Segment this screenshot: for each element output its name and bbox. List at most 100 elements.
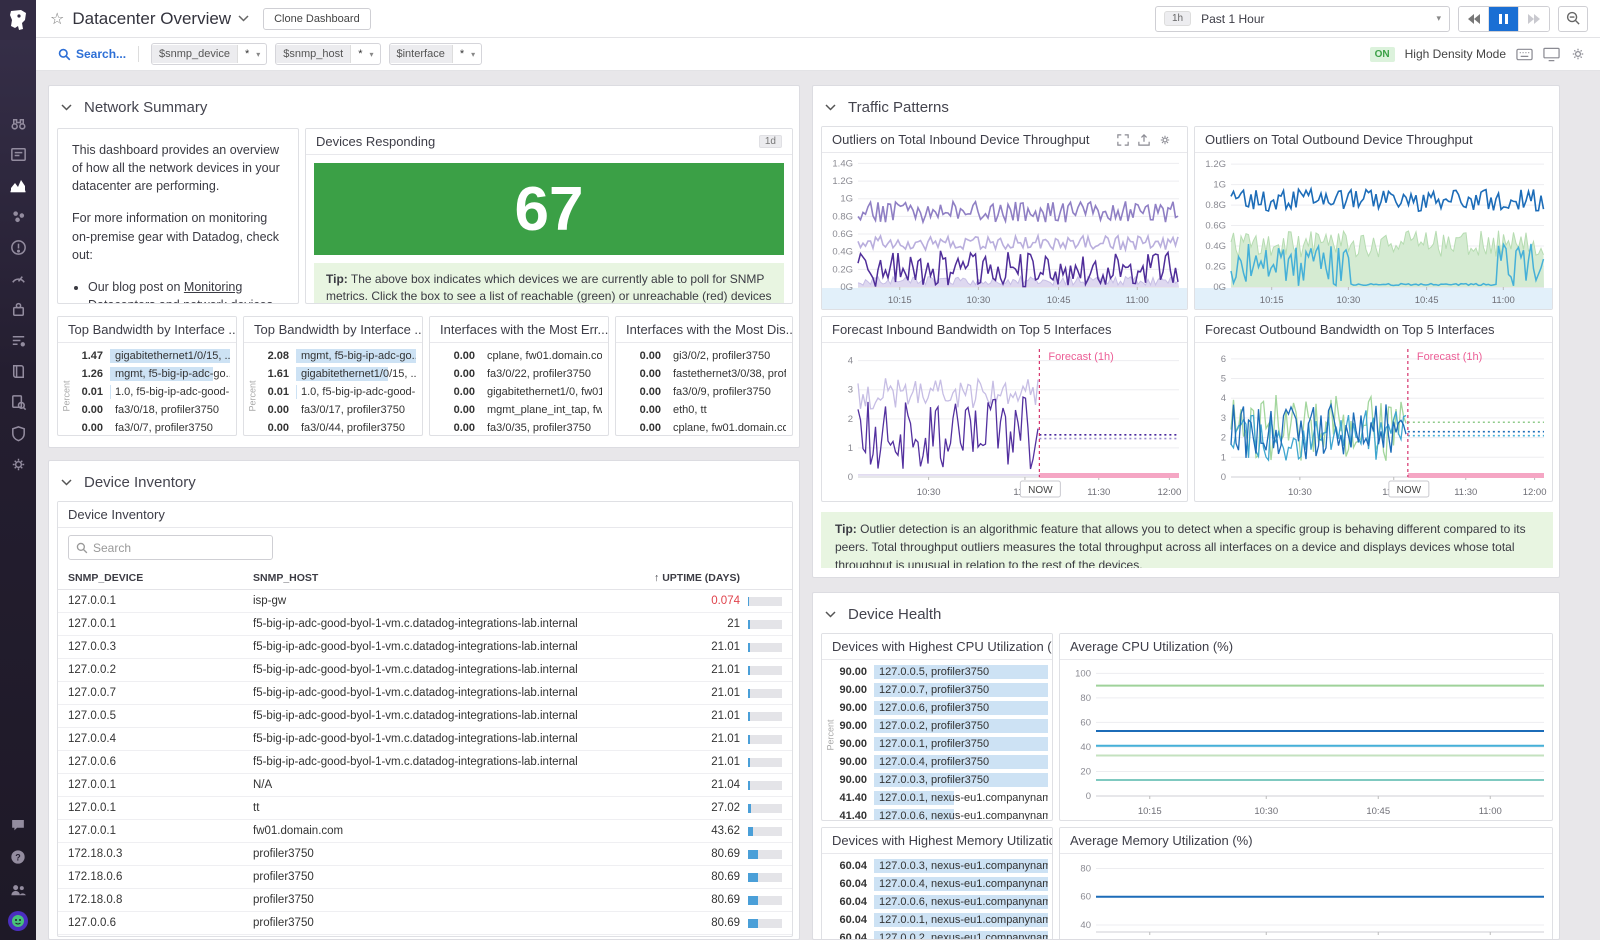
toplist-row[interactable]: 0.00 cplane, fw01.domain.com — [632, 419, 786, 436]
avg-cpu-chart[interactable]: 02040608010010:1510:3010:4511:00 — [1060, 658, 1552, 820]
table-row[interactable]: 127.0.0.5 f5-big-ip-adc-good-byol-1-vm.c… — [58, 705, 792, 728]
toplist-row[interactable]: 0.01 1.0, f5-big-ip-adc-good-... — [74, 383, 230, 401]
toplist-row[interactable]: 90.00 127.0.0.1, profiler3750 — [838, 735, 1048, 753]
toplist-row[interactable]: 60.04 127.0.0.1, nexus-eu1.companyname.m… — [838, 911, 1048, 929]
search-control[interactable]: Search... — [58, 47, 126, 61]
clone-dashboard-button[interactable]: Clone Dashboard — [263, 8, 371, 30]
toplist-row[interactable]: 0.00 fa3/0/44, profiler3750 — [260, 419, 416, 436]
toplist-widget[interactable]: Top Bandwidth by Interface ... Percent 1… — [57, 316, 237, 436]
inventory-search-input[interactable]: Search — [68, 535, 273, 560]
table-row[interactable]: 127.0.0.1 N/A 21.04 — [58, 774, 792, 797]
toplist-row[interactable]: 0.00 gigabitethernet1/0, fw01.... — [446, 383, 602, 401]
column-uptime[interactable]: ↑ UPTIME (DAYS) — [650, 572, 740, 584]
export-icon[interactable] — [1138, 134, 1150, 146]
outliers-inbound-chart[interactable]: 0G0.2G0.4G0.6G0.8G1G1.2G1.4G10:1510:3010… — [822, 151, 1187, 309]
feedback-chat-icon[interactable] — [7, 814, 29, 836]
fullscreen-icon[interactable] — [1117, 134, 1129, 146]
toplist-row[interactable]: 1.47 gigabitethernet1/0/15, ... — [74, 347, 230, 365]
toplist-row[interactable]: 0.00 fa3/0/9, profiler3750 — [632, 383, 786, 401]
collapse-chevron-icon[interactable] — [61, 98, 72, 116]
toplist-row[interactable]: 0.00 mgmt_plane_int_tap, fw0... — [446, 401, 602, 419]
memory-toplist-widget[interactable]: Devices with Highest Memory Utilizatio..… — [821, 827, 1053, 940]
toplist-row[interactable]: 0.00 fa3/0/7, profiler3750 — [74, 419, 230, 436]
time-range-picker[interactable]: 1h Past 1 Hour ▾ — [1155, 6, 1450, 32]
table-row[interactable]: 127.0.0.6 profiler3750 80.69 — [58, 912, 792, 935]
table-row[interactable]: 127.0.0.1 fw01.domain.com 43.62 — [58, 820, 792, 843]
toplist-row[interactable]: 1.26 mgmt, f5-big-ip-adc-go... — [74, 365, 230, 383]
table-row[interactable]: 127.0.0.7 f5-big-ip-adc-good-byol-1-vm.c… — [58, 682, 792, 705]
template-var-snmp-host[interactable]: $snmp_host * ▾ — [275, 43, 380, 65]
synthetics-icon[interactable] — [7, 453, 29, 475]
query-value-box[interactable]: 67 — [314, 163, 784, 255]
toplist-row[interactable]: 0.00 fa3/0/18, profiler3750 — [74, 401, 230, 419]
keyboard-shortcuts-icon[interactable] — [1516, 48, 1533, 61]
rewind-button[interactable] — [1459, 7, 1489, 31]
toplist-row[interactable]: 90.00 127.0.0.3, profiler3750 — [838, 771, 1048, 789]
widget-gear-icon[interactable] — [1159, 134, 1171, 146]
cpu-toplist-widget[interactable]: Devices with Highest CPU Utilization (%)… — [821, 633, 1053, 821]
table-row[interactable]: 127.0.0.1 isp-gw 0.074 — [58, 590, 792, 613]
table-row[interactable]: 127.0.0.6 f5-big-ip-adc-good-byol-1-vm.c… — [58, 751, 792, 774]
favorite-star-icon[interactable]: ☆ — [50, 9, 64, 29]
toplist-row[interactable]: 41.40 127.0.0.6, nexus-eu1.companyname..… — [838, 807, 1048, 821]
zoom-out-button[interactable] — [1558, 6, 1588, 32]
outliers-outbound-chart[interactable]: 0G0.2G0.4G0.6G0.8G1G1.2G10:1510:3010:451… — [1195, 151, 1552, 309]
collapse-chevron-icon[interactable] — [61, 473, 72, 491]
logs-icon[interactable] — [7, 391, 29, 413]
collapse-chevron-icon[interactable] — [825, 605, 836, 623]
toplist-row[interactable]: 0.00 fastethernet3/0/38, profil... — [632, 365, 786, 383]
column-snmp-device[interactable]: SNMP_DEVICE — [68, 572, 253, 584]
table-row[interactable]: 127.0.0.3 f5-big-ip-adc-good-byol-1-vm.c… — [58, 636, 792, 659]
devices-responding-widget[interactable]: Devices Responding 1d 67 Tip: The above … — [305, 128, 793, 304]
avg-memory-chart[interactable]: 40608010:1510:3010:4511:00 — [1060, 852, 1552, 940]
forecast-inbound-chart[interactable]: 0123410:3011:0011:3012:00Forecast (1h)NO… — [822, 341, 1187, 501]
watchdog-icon[interactable] — [7, 112, 29, 134]
toplist-row[interactable]: 90.00 127.0.0.2, profiler3750 — [838, 717, 1048, 735]
toplist-widget[interactable]: Interfaces with the Most Err... 0.00 cpl… — [429, 316, 609, 436]
toplist-row[interactable]: 2.08 mgmt, f5-big-ip-adc-go... — [260, 347, 416, 365]
toplist-row[interactable]: 0.00 fa3/0/35, profiler3750 — [446, 419, 602, 436]
tv-mode-icon[interactable] — [1543, 47, 1560, 62]
toplist-row[interactable]: 90.00 127.0.0.7, profiler3750 — [838, 681, 1048, 699]
table-row[interactable]: 172.18.0.6 profiler3750 80.69 — [58, 866, 792, 889]
toplist-widget[interactable]: Top Bandwidth by Interface ... Percent 2… — [243, 316, 423, 436]
template-var-snmp-device[interactable]: $snmp_device * ▾ — [151, 43, 267, 65]
monitors-icon[interactable] — [7, 236, 29, 258]
toplist-row[interactable]: 90.00 127.0.0.5, profiler3750 — [838, 663, 1048, 681]
avg-cpu-widget[interactable]: Average CPU Utilization (%) 020406080100… — [1059, 633, 1553, 821]
table-row[interactable]: 127.0.0.1 tt 27.02 — [58, 797, 792, 820]
toplist-row[interactable]: 0.01 1.0, f5-big-ip-adc-good-... — [260, 383, 416, 401]
events-icon[interactable] — [7, 143, 29, 165]
metrics-icon[interactable] — [7, 267, 29, 289]
table-row[interactable]: 127.0.0.2 f5-big-ip-adc-good-byol-1-vm.c… — [58, 659, 792, 682]
help-icon[interactable]: ? — [7, 846, 29, 868]
table-row[interactable]: 172.18.0.8 profiler3750 80.69 — [58, 889, 792, 912]
dashboards-icon[interactable] — [7, 174, 29, 196]
toplist-row[interactable]: 41.40 127.0.0.1, nexus-eu1.companyname..… — [838, 789, 1048, 807]
forecast-inbound-widget[interactable]: Forecast Inbound Bandwidth on Top 5 Inte… — [821, 316, 1188, 502]
table-row[interactable]: 127.0.0.1 f5-big-ip-adc-good-byol-1-vm.c… — [58, 613, 792, 636]
toplist-row[interactable]: 60.04 127.0.0.3, nexus-eu1.companyname.m… — [838, 857, 1048, 875]
table-row[interactable]: 172.18.0.3 profiler3750 80.69 — [58, 843, 792, 866]
toplist-row[interactable]: 0.00 fa3/0/22, profiler3750 — [446, 365, 602, 383]
infrastructure-icon[interactable] — [7, 205, 29, 227]
outliers-inbound-widget[interactable]: Outliers on Total Inbound Device Through… — [821, 126, 1188, 310]
density-toggle-state[interactable]: ON — [1370, 47, 1395, 62]
toplist-widget[interactable]: Interfaces with the Most Dis... 0.00 gi3… — [615, 316, 793, 436]
settings-gear-icon[interactable] — [1570, 46, 1586, 62]
toplist-row[interactable]: 90.00 127.0.0.4, profiler3750 — [838, 753, 1048, 771]
toplist-row[interactable]: 0.00 eth0, tt — [632, 401, 786, 419]
toplist-row[interactable]: 60.04 127.0.0.2, nexus-eu1.companyname.m… — [838, 929, 1048, 940]
forecast-outbound-widget[interactable]: Forecast Outbound Bandwidth on Top 5 Int… — [1194, 316, 1553, 502]
forward-button[interactable] — [1519, 7, 1549, 31]
title-chevron-icon[interactable] — [238, 15, 249, 22]
pause-button[interactable] — [1489, 7, 1519, 31]
outliers-outbound-widget[interactable]: Outliers on Total Outbound Device Throug… — [1194, 126, 1553, 310]
toplist-row[interactable]: 60.04 127.0.0.4, nexus-eu1.companyname.m… — [838, 875, 1048, 893]
user-avatar[interactable] — [7, 910, 29, 932]
apm-icon[interactable] — [7, 329, 29, 351]
toplist-row[interactable]: 60.04 127.0.0.6, nexus-eu1.companyname.m… — [838, 893, 1048, 911]
notebooks-icon[interactable] — [7, 360, 29, 382]
toplist-row[interactable]: 0.00 gi3/0/2, profiler3750 — [632, 347, 786, 365]
datadog-logo[interactable] — [0, 0, 36, 40]
